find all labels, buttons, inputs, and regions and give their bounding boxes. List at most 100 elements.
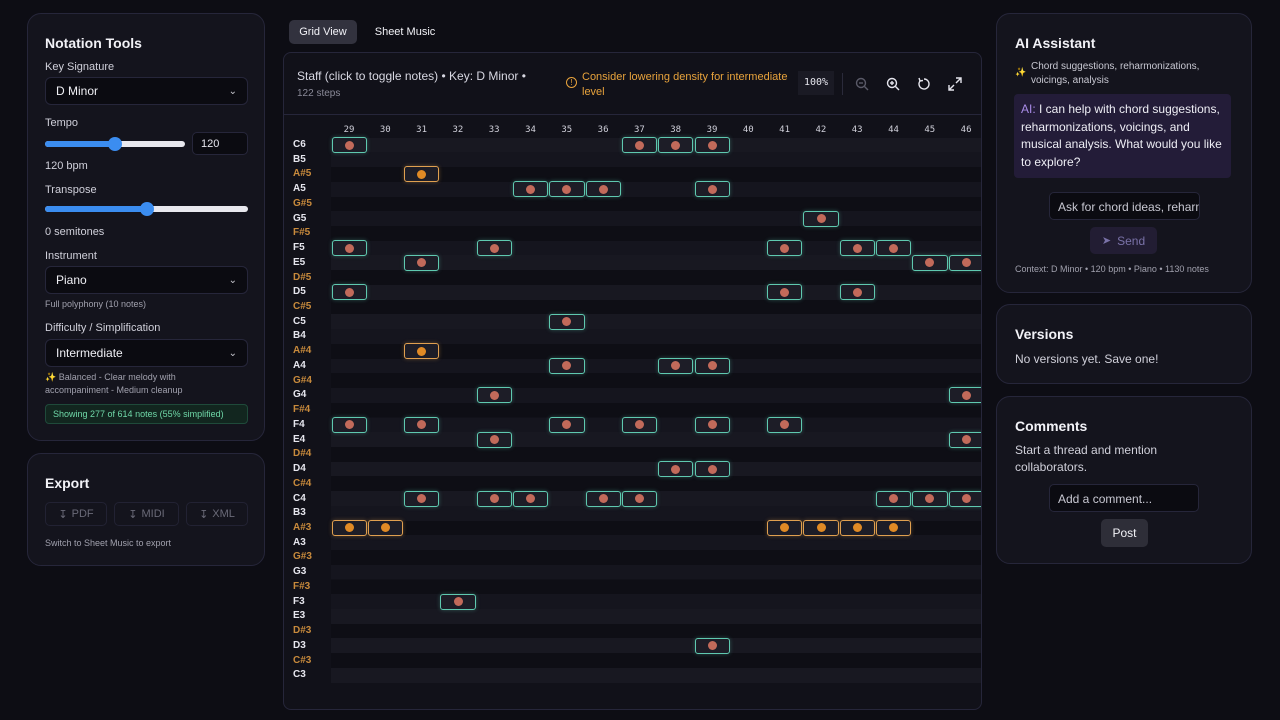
grid-row[interactable] (331, 270, 981, 285)
grid-note[interactable] (404, 166, 440, 183)
grid-row[interactable] (331, 226, 981, 241)
grid-row[interactable] (331, 461, 981, 477)
grid-note[interactable] (404, 343, 440, 360)
grid-note[interactable] (767, 519, 803, 536)
grid-note[interactable] (549, 313, 585, 330)
grid-note[interactable] (803, 210, 839, 227)
grid-row[interactable] (331, 284, 981, 300)
grid-row[interactable] (331, 299, 981, 315)
grid-note[interactable] (404, 254, 440, 271)
grid-note[interactable] (803, 519, 839, 536)
grid-row[interactable] (331, 623, 981, 639)
pitch-label: C5 (293, 315, 306, 327)
ai-chat-input[interactable]: Ask for chord ideas, reharmonizations... (1049, 192, 1200, 220)
grid-note[interactable] (767, 284, 803, 301)
grid-note[interactable] (694, 637, 730, 654)
grid-row[interactable] (331, 476, 981, 492)
grid-note[interactable] (876, 519, 912, 536)
grid-note[interactable] (912, 490, 948, 507)
grid-note[interactable] (331, 284, 367, 301)
grid-row[interactable] (331, 608, 981, 624)
grid-note[interactable] (476, 431, 512, 448)
note-dot (526, 184, 536, 194)
grid-note[interactable] (876, 240, 912, 257)
grid-note[interactable] (549, 181, 585, 198)
grid-note[interactable] (367, 519, 404, 536)
pitch-label: C#5 (293, 301, 312, 313)
comment-input[interactable]: Add a comment... (1049, 484, 1199, 512)
grid-note[interactable] (404, 490, 440, 507)
grid-note[interactable] (513, 490, 549, 507)
grid-note[interactable] (839, 519, 875, 536)
pitch-label: A#3 (293, 521, 312, 533)
grid-note[interactable] (476, 387, 512, 404)
grid-row[interactable] (331, 594, 981, 609)
grid-note[interactable] (331, 519, 367, 536)
grid-note[interactable] (948, 431, 981, 448)
grid-note[interactable] (658, 461, 694, 478)
grid-note[interactable] (513, 181, 549, 198)
grid-note[interactable] (948, 254, 981, 271)
grid-row[interactable] (331, 152, 981, 168)
grid-note[interactable] (694, 137, 730, 153)
grid-note[interactable] (331, 137, 367, 153)
grid-row[interactable] (331, 432, 981, 447)
grid-note[interactable] (694, 461, 730, 478)
grid-row[interactable] (331, 388, 981, 403)
grid-note[interactable] (331, 240, 367, 257)
grid-note[interactable] (948, 490, 981, 507)
grid-row[interactable] (331, 564, 981, 580)
grid-row[interactable] (331, 402, 981, 418)
grid-note[interactable] (658, 137, 694, 153)
grid-note[interactable] (585, 490, 621, 507)
note-dot (489, 435, 499, 445)
comment-post-button[interactable]: Post (1101, 519, 1148, 547)
grid-note[interactable] (621, 490, 658, 507)
grid-note[interactable] (549, 357, 585, 374)
pitch-label: A3 (293, 536, 306, 548)
grid-row[interactable] (331, 579, 981, 595)
grid-row[interactable] (331, 535, 981, 551)
grid-note[interactable] (621, 416, 658, 433)
note-dot (925, 258, 935, 268)
grid-note[interactable] (404, 416, 440, 433)
grid-note[interactable] (476, 240, 512, 257)
grid-note[interactable] (585, 181, 621, 198)
grid-row[interactable] (331, 373, 981, 388)
grid-note[interactable] (694, 416, 730, 433)
grid-note[interactable] (912, 254, 948, 271)
note-dot (489, 494, 499, 504)
grid-note[interactable] (839, 284, 875, 301)
note-dot (780, 420, 790, 430)
grid-row[interactable] (331, 446, 981, 462)
grid-row[interactable] (331, 329, 981, 344)
note-dot (453, 597, 463, 607)
grid-row[interactable] (331, 653, 981, 668)
grid-note[interactable] (694, 181, 730, 198)
grid-row[interactable] (331, 667, 981, 683)
grid-note[interactable] (621, 137, 658, 153)
grid-row[interactable] (331, 638, 981, 654)
grid-note[interactable] (694, 357, 730, 374)
grid-note[interactable] (948, 387, 981, 404)
grid-row[interactable] (331, 358, 981, 374)
grid-note[interactable] (767, 240, 803, 257)
grid-note[interactable] (331, 416, 367, 433)
grid-row[interactable] (331, 314, 981, 330)
grid-note[interactable] (549, 416, 585, 433)
pitch-label: C#3 (293, 654, 312, 666)
piano-roll-grid[interactable]: 29 30 31 32 33 34 35 36 37 38 39 40 41 42 43 44 45 46 C6 B5… (0, 0, 981, 710)
grid-note[interactable] (658, 357, 694, 374)
comment-post-label: Post (1112, 526, 1137, 540)
grid-row[interactable] (331, 181, 981, 197)
grid-note[interactable] (767, 416, 803, 433)
grid-note[interactable] (476, 490, 512, 507)
grid-row[interactable] (331, 505, 981, 521)
grid-row[interactable] (331, 550, 981, 565)
grid-note[interactable] (440, 593, 476, 610)
grid-row[interactable] (331, 211, 981, 226)
grid-row[interactable] (331, 196, 981, 212)
grid-note[interactable] (839, 240, 875, 257)
ai-send-button[interactable]: ➤ Send (1090, 227, 1157, 254)
grid-note[interactable] (876, 490, 912, 507)
